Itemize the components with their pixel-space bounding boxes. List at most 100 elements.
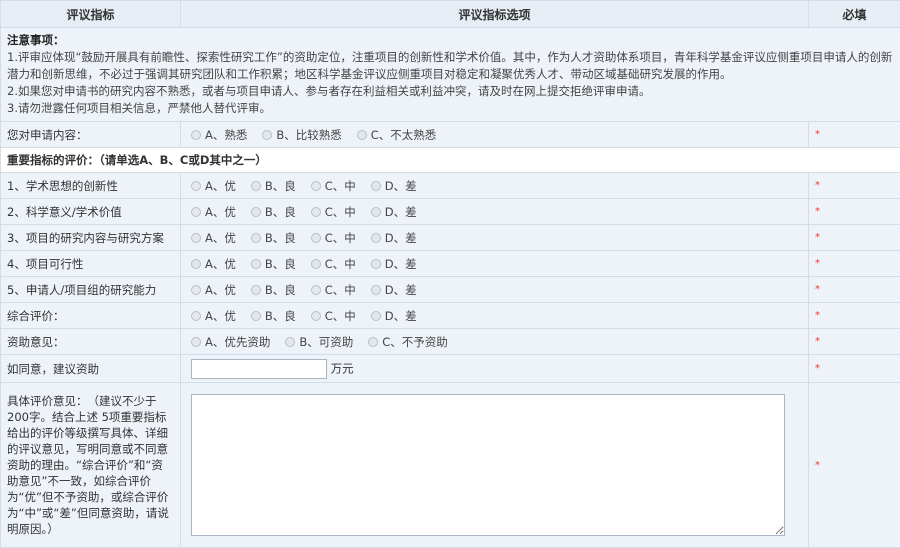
radio-label: B、可资助 <box>299 334 353 350</box>
radio-button[interactable] <box>357 130 367 140</box>
radio-label: A、优先资助 <box>205 334 270 350</box>
radio-label: A、熟悉 <box>205 127 247 143</box>
criteria-label: 综合评价： <box>1 303 181 329</box>
radio-button[interactable] <box>311 181 321 191</box>
notice-item: 2.如果您对申请书的研究内容不熟悉，或者与项目申请人、参与者存在利益相关或利益冲… <box>7 83 894 100</box>
radio-button[interactable] <box>251 233 261 243</box>
radio-button[interactable] <box>311 233 321 243</box>
radio-option[interactable]: D、差 <box>371 178 417 194</box>
radio-option[interactable]: A、熟悉 <box>191 127 247 143</box>
familiarity-row: 您对申请内容： A、熟悉B、比较熟悉C、不太熟悉 * <box>1 122 900 148</box>
radio-option[interactable]: D、差 <box>371 282 417 298</box>
radio-label: D、差 <box>385 282 417 298</box>
notice-item: 1.评审应体现“鼓励开展具有前瞻性、探索性研究工作”的资助定位，注重项目的创新性… <box>7 49 894 83</box>
radio-option[interactable]: A、优 <box>191 256 236 272</box>
radio-option[interactable]: A、优 <box>191 178 236 194</box>
radio-button[interactable] <box>371 311 381 321</box>
funding-options: A、优先资助 B、可资助 C、不予资助 <box>181 329 809 355</box>
radio-label: B、良 <box>265 308 296 324</box>
amount-unit: 万元 <box>331 361 354 375</box>
radio-button[interactable] <box>191 181 201 191</box>
grade-options: A、优 B、良 C、中 D、差 <box>181 277 809 303</box>
familiarity-label: 您对申请内容： <box>1 122 181 148</box>
radio-label: C、不太熟悉 <box>371 127 437 143</box>
radio-option[interactable]: D、差 <box>371 256 417 272</box>
notice-title: 注意事项： <box>7 33 65 47</box>
radio-option[interactable]: C、中 <box>311 178 356 194</box>
radio-button[interactable] <box>311 311 321 321</box>
review-form-table: 评议指标 评议指标选项 必填 注意事项： 1.评审应体现“鼓励开展具有前瞻性、探… <box>0 0 900 548</box>
radio-option[interactable]: A、优先资助 <box>191 334 270 350</box>
radio-button[interactable] <box>251 311 261 321</box>
radio-button[interactable] <box>371 233 381 243</box>
radio-button[interactable] <box>368 337 378 347</box>
radio-option[interactable]: A、优 <box>191 282 236 298</box>
radio-option[interactable]: C、中 <box>311 204 356 220</box>
radio-option[interactable]: A、优 <box>191 308 236 324</box>
radio-option[interactable]: A、优 <box>191 204 236 220</box>
amount-input[interactable] <box>191 359 327 379</box>
radio-label: B、良 <box>265 282 296 298</box>
radio-button[interactable] <box>262 130 272 140</box>
header-criteria: 评议指标 <box>1 1 181 28</box>
radio-button[interactable] <box>311 285 321 295</box>
radio-label: C、中 <box>325 230 356 246</box>
radio-button[interactable] <box>191 207 201 217</box>
radio-button[interactable] <box>311 207 321 217</box>
radio-button[interactable] <box>371 259 381 269</box>
radio-label: D、差 <box>385 204 417 220</box>
radio-label: B、良 <box>265 256 296 272</box>
notice-row: 注意事项： 1.评审应体现“鼓励开展具有前瞻性、探索性研究工作”的资助定位，注重… <box>1 28 900 122</box>
required-mark: * <box>809 199 900 225</box>
criteria-label: 5、申请人/项目组的研究能力 <box>1 277 181 303</box>
radio-option[interactable]: C、中 <box>311 308 356 324</box>
radio-button[interactable] <box>371 181 381 191</box>
radio-option[interactable]: D、差 <box>371 230 417 246</box>
criteria-row: 1、学术思想的创新性A、优B、良C、中D、差* <box>1 173 900 199</box>
grade-options: A、优 B、良 C、中 D、差 <box>181 303 809 329</box>
radio-label: D、差 <box>385 178 417 194</box>
radio-option[interactable]: B、良 <box>251 256 296 272</box>
radio-option[interactable]: C、不予资助 <box>368 334 448 350</box>
radio-option[interactable]: B、良 <box>251 282 296 298</box>
radio-button[interactable] <box>371 285 381 295</box>
radio-option[interactable]: D、差 <box>371 204 417 220</box>
radio-option[interactable]: B、可资助 <box>285 334 353 350</box>
radio-option[interactable]: B、良 <box>251 178 296 194</box>
comments-textarea[interactable] <box>191 394 785 536</box>
radio-option[interactable]: B、良 <box>251 204 296 220</box>
radio-button[interactable] <box>191 337 201 347</box>
radio-button[interactable] <box>251 207 261 217</box>
radio-button[interactable] <box>285 337 295 347</box>
radio-button[interactable] <box>191 285 201 295</box>
radio-button[interactable] <box>251 259 261 269</box>
radio-button[interactable] <box>371 207 381 217</box>
section-heading-row: 重要指标的评价：（请单选A、B、C或D其中之一） <box>1 148 900 173</box>
radio-button[interactable] <box>191 233 201 243</box>
radio-option[interactable]: C、不太熟悉 <box>357 127 437 143</box>
radio-option[interactable]: D、差 <box>371 308 417 324</box>
radio-label: D、差 <box>385 256 417 272</box>
radio-button[interactable] <box>191 311 201 321</box>
amount-row: 如同意，建议资助 万元 * <box>1 355 900 383</box>
criteria-label: 4、项目可行性 <box>1 251 181 277</box>
required-mark: * <box>809 277 900 303</box>
radio-option[interactable]: B、良 <box>251 308 296 324</box>
radio-option[interactable]: C、中 <box>311 256 356 272</box>
radio-button[interactable] <box>311 259 321 269</box>
required-mark: * <box>809 383 900 548</box>
criteria-row: 3、项目的研究内容与研究方案A、优B、良C、中D、差* <box>1 225 900 251</box>
radio-option[interactable]: C、中 <box>311 282 356 298</box>
radio-option[interactable]: C、中 <box>311 230 356 246</box>
radio-label: D、差 <box>385 230 417 246</box>
radio-option[interactable]: A、优 <box>191 230 236 246</box>
radio-button[interactable] <box>191 130 201 140</box>
radio-button[interactable] <box>251 181 261 191</box>
radio-button[interactable] <box>251 285 261 295</box>
radio-option[interactable]: B、比较熟悉 <box>262 127 341 143</box>
radio-option[interactable]: B、良 <box>251 230 296 246</box>
radio-button[interactable] <box>191 259 201 269</box>
criteria-row: 4、项目可行性A、优B、良C、中D、差* <box>1 251 900 277</box>
radio-label: D、差 <box>385 308 417 324</box>
criteria-label: 3、项目的研究内容与研究方案 <box>1 225 181 251</box>
